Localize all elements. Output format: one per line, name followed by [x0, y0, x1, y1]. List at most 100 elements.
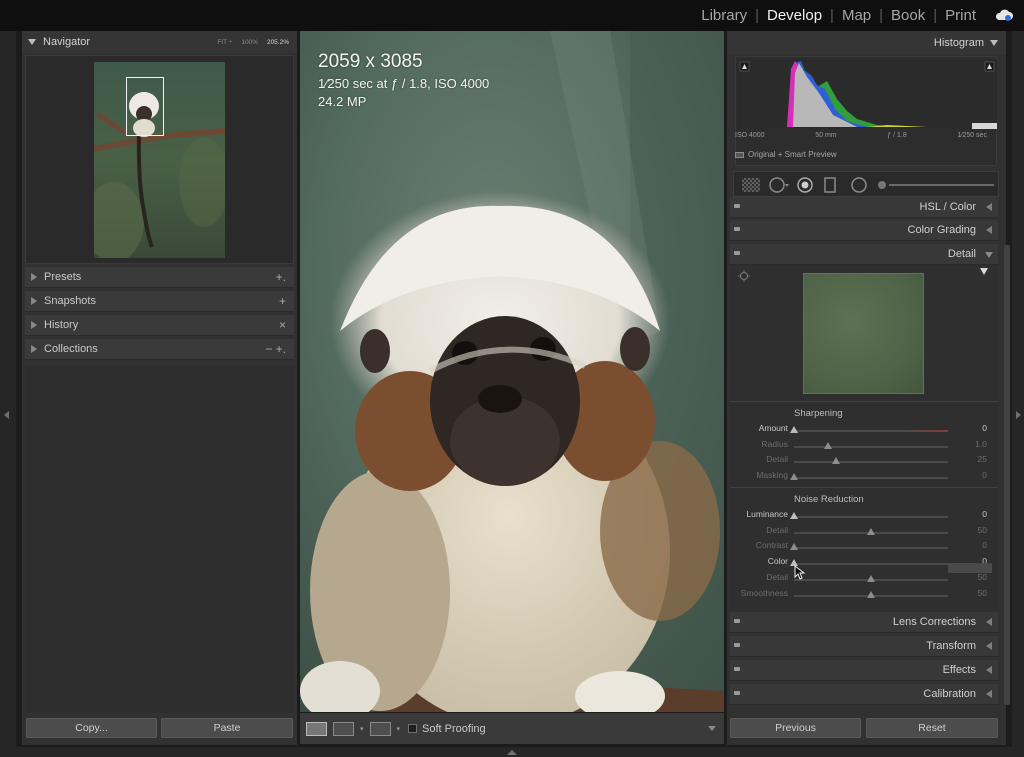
color-grading-label: Color Grading: [907, 224, 976, 236]
slider-value[interactable]: 50: [947, 525, 987, 535]
slider-value[interactable]: 50: [947, 588, 987, 598]
slider-thumb[interactable]: [790, 473, 798, 481]
filmstrip-toggle-icon[interactable]: [507, 750, 517, 755]
section-toggle-icon[interactable]: [734, 691, 740, 695]
slider-track[interactable]: [794, 563, 948, 566]
sharpening-slider-row: Amount 0: [730, 423, 998, 439]
sharpening-slider-row: Masking 0: [730, 470, 998, 486]
slider-value[interactable]: 0: [947, 509, 987, 519]
collections-actions-icon[interactable]: − +.: [265, 342, 286, 356]
effects-section[interactable]: Effects: [730, 660, 998, 681]
crop-overlay-icon[interactable]: [742, 178, 760, 192]
paste-button[interactable]: Paste: [161, 718, 293, 738]
slider-value[interactable]: 0: [947, 470, 987, 480]
navigator-thumbnail[interactable]: [94, 62, 225, 258]
expand-arrow-icon: [986, 642, 992, 650]
cloud-sync-icon[interactable]: [994, 8, 1014, 22]
zoom-fit[interactable]: FIT ÷: [217, 39, 232, 46]
previous-button[interactable]: Previous: [730, 718, 861, 738]
slider-thumb[interactable]: [790, 512, 798, 519]
slider-track[interactable]: [794, 461, 948, 464]
slider-thumb[interactable]: [831, 457, 840, 465]
section-toggle-icon[interactable]: [734, 204, 740, 208]
module-print[interactable]: Print: [945, 7, 976, 24]
noise-reduction-slider-row: Smoothness 50: [730, 588, 998, 604]
slider-thumb[interactable]: [823, 441, 832, 449]
section-toggle-icon[interactable]: [734, 667, 740, 671]
transform-section[interactable]: Transform: [730, 636, 998, 657]
snapshots-header[interactable]: Snapshots +: [25, 291, 294, 312]
copy-button[interactable]: Copy...: [26, 718, 157, 738]
left-panel-toggle-icon[interactable]: [4, 411, 9, 419]
slider-thumb[interactable]: [790, 426, 798, 433]
compare-menu-icon[interactable]: ▾: [397, 725, 401, 733]
color-grading-section[interactable]: Color Grading: [730, 220, 998, 241]
clear-history-icon[interactable]: ×: [279, 318, 286, 332]
filmstrip-edge[interactable]: [0, 747, 1024, 757]
left-panel-edge[interactable]: [0, 31, 16, 757]
lens-corrections-section[interactable]: Lens Corrections: [730, 612, 998, 633]
slider-value[interactable]: 25: [947, 454, 987, 464]
module-library[interactable]: Library: [701, 7, 747, 24]
target-picker-icon[interactable]: [738, 270, 750, 282]
color-slider-highlight: [948, 563, 992, 573]
soft-proofing-checkbox[interactable]: [408, 724, 418, 733]
before-after-menu-icon[interactable]: ▾: [360, 725, 364, 733]
detail-preview-image[interactable]: [803, 273, 924, 394]
slider-thumb[interactable]: [790, 543, 798, 551]
histogram-header[interactable]: Histogram: [727, 31, 1006, 55]
navigator-header[interactable]: Navigator FIT ÷ 100% 205.2%: [22, 31, 297, 53]
smart-preview-status[interactable]: Original + Smart Preview: [735, 150, 837, 159]
history-header[interactable]: History ×: [25, 315, 294, 336]
graduated-filter-icon[interactable]: [823, 176, 837, 194]
add-preset-icon[interactable]: +.: [276, 270, 286, 284]
slider-track[interactable]: [794, 516, 948, 518]
reset-button[interactable]: Reset: [866, 718, 998, 738]
slider-thumb[interactable]: [867, 574, 875, 582]
toolbar-content-menu-icon[interactable]: [708, 726, 716, 731]
detail-section[interactable]: Detail: [730, 244, 998, 265]
yy-compare-icon[interactable]: [369, 721, 391, 736]
slider-track[interactable]: [794, 477, 948, 480]
slider-track[interactable]: [794, 430, 948, 432]
radial-filter-icon[interactable]: [850, 176, 868, 194]
section-toggle-icon[interactable]: [734, 643, 740, 647]
module-develop[interactable]: Develop: [767, 7, 822, 24]
section-toggle-icon[interactable]: [734, 227, 740, 231]
slider-value[interactable]: 50: [947, 572, 987, 582]
right-panel-toggle-icon[interactable]: [1016, 411, 1021, 419]
soft-proofing-label[interactable]: Soft Proofing: [422, 723, 486, 735]
right-panel-scrollbar[interactable]: [1004, 245, 1010, 705]
presets-header[interactable]: Presets +.: [25, 267, 294, 288]
navigator-view-rectangle[interactable]: [126, 77, 164, 136]
before-after-icon[interactable]: [333, 721, 354, 736]
calibration-section[interactable]: Calibration: [730, 684, 998, 705]
slider-track[interactable]: [794, 445, 948, 448]
red-eye-icon[interactable]: [796, 176, 814, 194]
slider-track[interactable]: [794, 547, 948, 550]
slider-thumb[interactable]: [867, 527, 875, 535]
expand-triangle-icon: [31, 345, 37, 353]
hsl-color-section[interactable]: HSL / Color: [730, 197, 998, 218]
slider-value[interactable]: 0: [947, 423, 987, 433]
collections-header[interactable]: Collections − +.: [25, 339, 294, 360]
section-toggle-icon[interactable]: [734, 619, 740, 623]
detail-preview-menu-icon[interactable]: [980, 268, 988, 275]
zoom-100[interactable]: 100%: [241, 39, 258, 46]
detail-label: Detail: [947, 248, 976, 260]
zoom-selected[interactable]: 205.2%: [267, 39, 289, 46]
lens-corrections-label: Lens Corrections: [892, 616, 976, 628]
slider-thumb[interactable]: [867, 590, 875, 598]
module-book[interactable]: Book: [891, 7, 925, 24]
noise-reduction-slider-row: Detail 50: [730, 525, 998, 541]
add-snapshot-icon[interactable]: +: [279, 294, 286, 308]
loupe-view[interactable]: 2059 x 3085 1⁄250 sec at ƒ / 1.8, ISO 40…: [300, 31, 724, 712]
slider-value[interactable]: 1.0: [947, 439, 987, 449]
module-map[interactable]: Map: [842, 7, 871, 24]
slider-value[interactable]: 0: [947, 540, 987, 550]
loupe-view-icon[interactable]: [306, 721, 327, 736]
spot-removal-icon[interactable]: [767, 176, 791, 194]
adjustment-brush-icon[interactable]: [877, 179, 995, 191]
right-panel-edge[interactable]: [1012, 31, 1024, 757]
section-toggle-icon[interactable]: [734, 251, 740, 255]
